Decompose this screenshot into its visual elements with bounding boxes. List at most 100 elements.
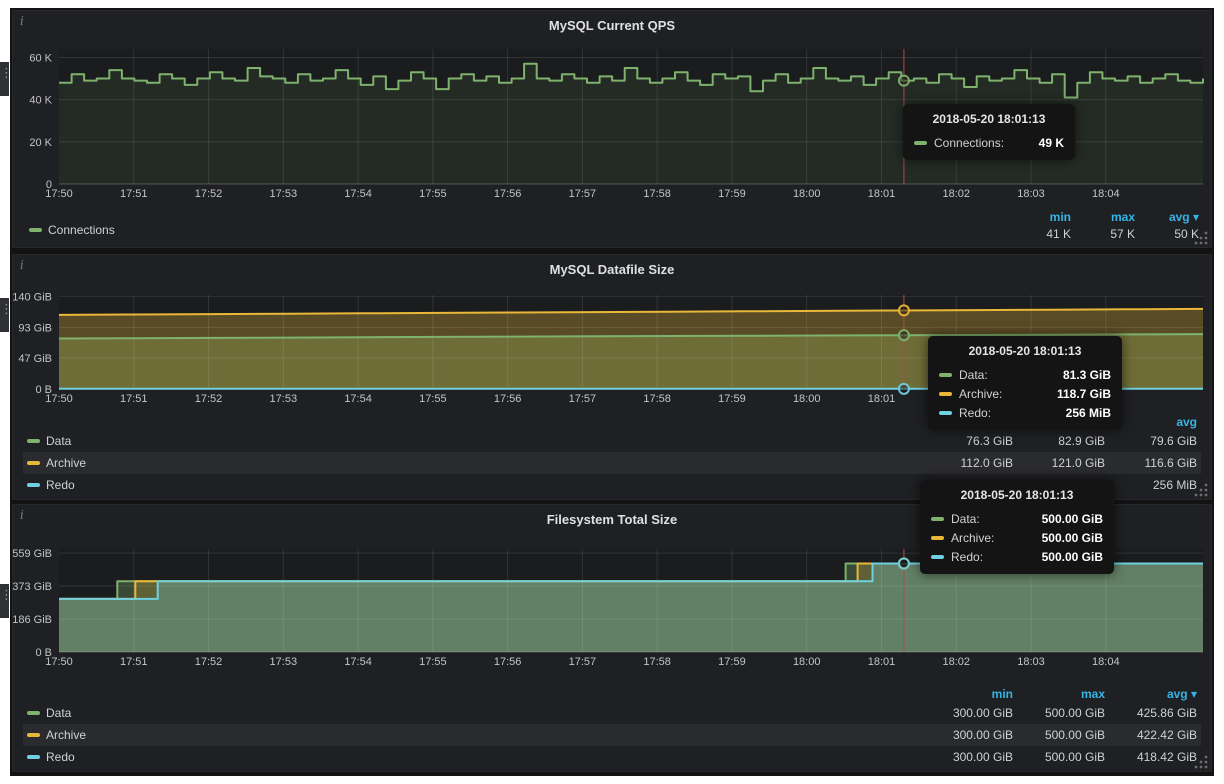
resize-grip-icon	[1194, 754, 1209, 769]
stat-avg: 116.6 GiB	[1105, 456, 1197, 470]
x-tick-label: 17:50	[45, 393, 73, 405]
legend-sort-min[interactable]: min	[1007, 210, 1071, 224]
legend-row-archive: Archive 300.00 GiB 500.00 GiB 422.42 GiB	[23, 724, 1201, 746]
x-tick-label: 17:59	[718, 188, 746, 200]
graph-tooltip: 2018-05-20 18:01:13 Data: 500.00 GiB Arc…	[920, 480, 1114, 574]
x-tick-label: 17:52	[195, 188, 223, 200]
stat-min: 112.0 GiB	[921, 456, 1013, 470]
x-tick-label: 18:00	[793, 656, 821, 668]
stat-avg: 418.42 GiB	[1105, 750, 1197, 764]
x-tick-label: 18:02	[942, 188, 970, 200]
panel-resize-handle[interactable]	[1194, 754, 1209, 769]
stat-min: 300.00 GiB	[921, 728, 1013, 742]
stat-avg: 422.42 GiB	[1105, 728, 1197, 742]
legend-item-archive[interactable]: Archive	[27, 456, 921, 470]
x-tick-label: 17:51	[120, 393, 148, 405]
x-tick-label: 17:59	[718, 393, 746, 405]
series-color-swatch	[27, 483, 40, 487]
tooltip-series-value: Data: 500.00 GiB	[931, 509, 1103, 528]
panel-resize-handle[interactable]	[1194, 230, 1209, 245]
crosshair-marker	[899, 76, 909, 86]
x-tick-label: 17:50	[45, 656, 73, 668]
series-color-swatch	[27, 439, 40, 443]
stat-avg: 50 K	[1135, 227, 1199, 241]
x-tick-label: 17:54	[344, 188, 372, 200]
series-color-swatch	[914, 141, 927, 145]
legend-row-archive: Archive 112.0 GiB 121.0 GiB 116.6 GiB	[23, 452, 1201, 474]
x-tick-label: 17:51	[120, 656, 148, 668]
stat-min: 41 K	[1007, 227, 1071, 241]
x-tick-label: 17:58	[643, 656, 671, 668]
x-tick-label: 18:02	[942, 656, 970, 668]
x-tick-label: 17:54	[344, 656, 372, 668]
x-tick-label: 17:55	[419, 393, 447, 405]
stat-avg: 425.86 GiB	[1105, 706, 1197, 720]
panel-resize-handle[interactable]	[1194, 482, 1209, 497]
stat-max: 500.00 GiB	[1013, 728, 1105, 742]
x-tick-label: 17:54	[344, 393, 372, 405]
x-tick-label: 18:01	[868, 188, 896, 200]
y-tick-label: 47 GiB	[18, 353, 52, 365]
panel-info-icon[interactable]: i	[20, 258, 24, 272]
x-tick-label: 17:57	[569, 393, 597, 405]
y-tick-label: 20 K	[29, 137, 52, 149]
panel-drag-handle[interactable]	[0, 298, 9, 332]
legend-series-label: Connections	[48, 223, 115, 237]
legend-item-redo[interactable]: Redo	[27, 478, 921, 492]
legend-sort-avg[interactable]: avg ▾	[1135, 210, 1199, 224]
x-tick-label: 18:03	[1017, 188, 1045, 200]
stat-min: 76.3 GiB	[921, 434, 1013, 448]
tooltip-timestamp: 2018-05-20 18:01:13	[939, 344, 1111, 358]
x-tick-label: 17:57	[569, 656, 597, 668]
crosshair-marker	[899, 384, 909, 394]
y-tick-label: 186 GiB	[13, 614, 52, 626]
series-color-swatch	[29, 228, 42, 232]
legend-item-redo[interactable]: Redo	[27, 750, 921, 764]
x-tick-label: 18:00	[793, 393, 821, 405]
x-tick-label: 18:04	[1092, 188, 1120, 200]
x-tick-label: 17:55	[419, 656, 447, 668]
x-tick-label: 17:56	[494, 393, 522, 405]
graph-tooltip: 2018-05-20 18:01:13 Data: 81.3 GiB Archi…	[928, 336, 1122, 430]
legend-stats: min max avg ▾ 41 K 57 K 50 K	[1007, 210, 1199, 241]
legend-row-redo: Redo 300.00 GiB 500.00 GiB 418.42 GiB	[23, 746, 1201, 768]
panel-drag-handle[interactable]	[0, 62, 9, 96]
y-tick-label: 40 K	[29, 95, 52, 107]
tooltip-timestamp: 2018-05-20 18:01:13	[931, 488, 1103, 502]
panel-info-icon[interactable]: i	[20, 508, 24, 522]
legend-table: min max avg ▾ Data 300.00 GiB 500.00 GiB…	[23, 685, 1201, 768]
x-tick-label: 17:56	[494, 188, 522, 200]
legend-item-connections[interactable]: Connections	[29, 223, 115, 237]
legend-item-data[interactable]: Data	[27, 434, 921, 448]
stat-max: 121.0 GiB	[1013, 456, 1105, 470]
resize-grip-icon	[1194, 230, 1209, 245]
x-tick-label: 17:52	[195, 656, 223, 668]
legend-header-row: min max avg ▾	[23, 685, 1201, 702]
legend-sort-avg[interactable]: avg ▾	[1105, 687, 1197, 701]
series-color-swatch	[27, 733, 40, 737]
panel-title[interactable]: MySQL Current QPS	[13, 11, 1211, 37]
panel-title[interactable]: MySQL Datafile Size	[13, 255, 1211, 281]
legend-sort-max[interactable]: max	[1071, 210, 1135, 224]
legend-item-archive[interactable]: Archive	[27, 728, 921, 742]
tooltip-series-value: Redo: 256 MiB	[939, 403, 1111, 422]
tooltip-series-value: Redo: 500.00 GiB	[931, 547, 1103, 566]
stat-avg: 79.6 GiB	[1105, 434, 1197, 448]
y-tick-label: 140 GiB	[13, 291, 52, 303]
legend-sort-max[interactable]: max	[1013, 687, 1105, 701]
stat-max: 500.00 GiB	[1013, 706, 1105, 720]
stat-max: 82.9 GiB	[1013, 434, 1105, 448]
y-tick-label: 60 K	[29, 52, 52, 64]
graph-tooltip: 2018-05-20 18:01:13 Connections: 49 K	[903, 104, 1075, 160]
crosshair-marker	[899, 330, 909, 340]
x-tick-label: 17:50	[45, 188, 73, 200]
tooltip-series-value: Archive: 118.7 GiB	[939, 384, 1111, 403]
panel-drag-handle[interactable]	[0, 584, 9, 618]
series-color-swatch	[27, 461, 40, 465]
panel-info-icon[interactable]: i	[20, 14, 24, 28]
legend-item-data[interactable]: Data	[27, 706, 921, 720]
stat-max: 57 K	[1071, 227, 1135, 241]
legend-sort-min[interactable]: min	[921, 687, 1013, 701]
x-axis-labels: 17:5017:5117:5217:5317:5417:5517:5617:57…	[45, 656, 1119, 668]
x-tick-label: 17:59	[718, 656, 746, 668]
